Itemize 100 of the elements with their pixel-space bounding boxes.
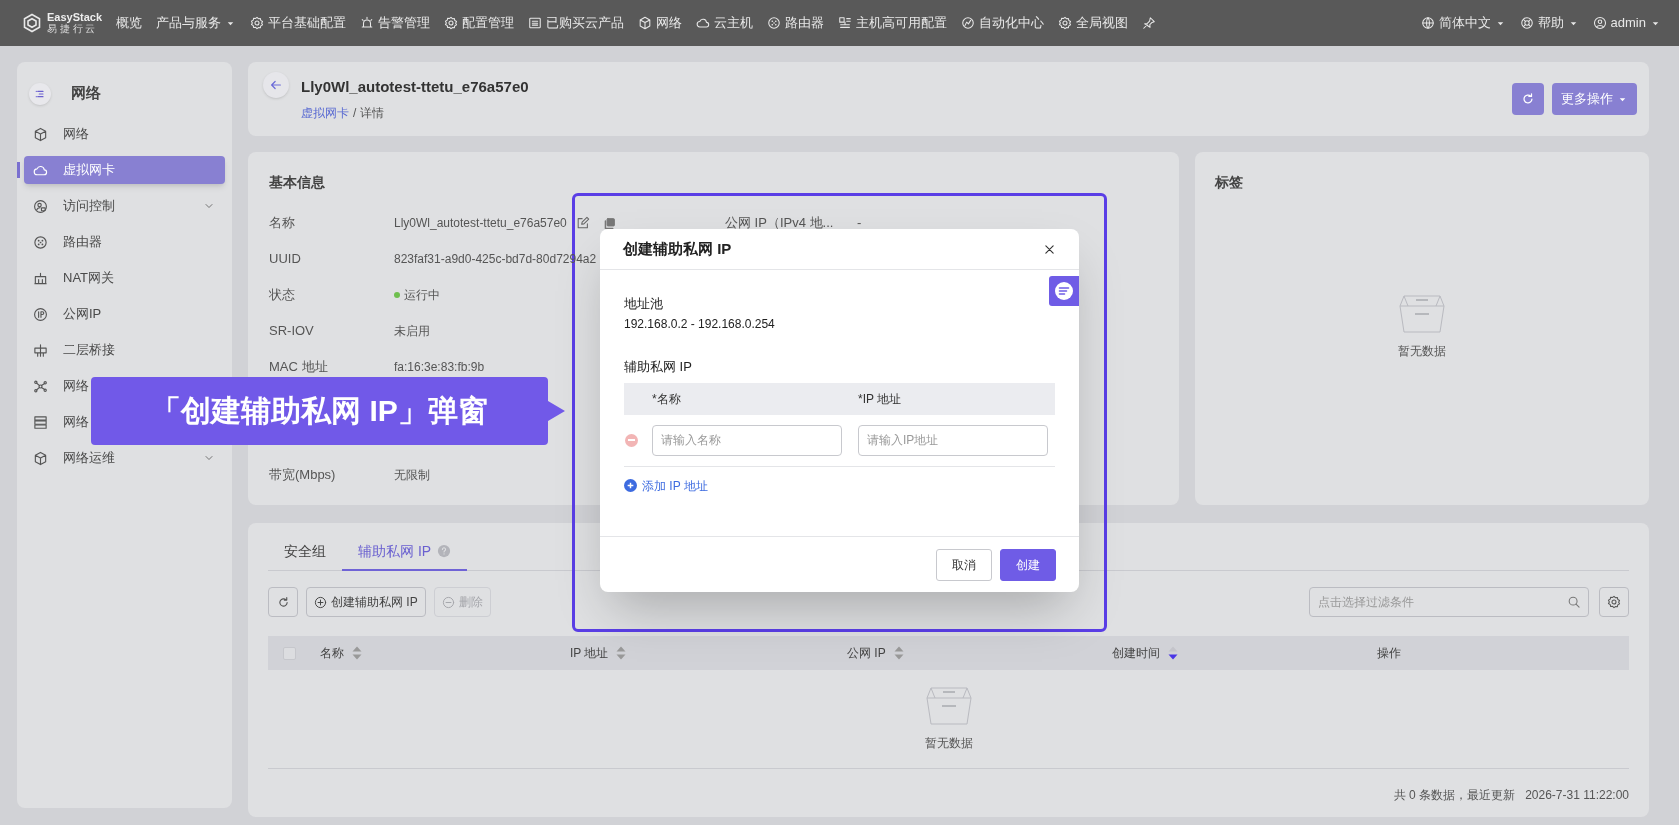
sidebar-title: 网络 bbox=[71, 83, 101, 104]
column-header: IP 地址 bbox=[570, 645, 609, 662]
sidebar-item[interactable]: 虚拟网卡 bbox=[24, 156, 225, 184]
nav-item[interactable]: 已购买云产品 bbox=[528, 13, 625, 33]
field-label: 地址池 bbox=[624, 295, 664, 312]
sidebar-item[interactable]: 公网IP bbox=[24, 306, 102, 322]
nav-item[interactable]: 主机高可用配置 bbox=[838, 13, 948, 33]
pin-button[interactable] bbox=[1142, 16, 1157, 30]
settings-button[interactable] bbox=[1599, 587, 1629, 617]
gateway-icon bbox=[33, 270, 48, 286]
nav-item[interactable]: 自动化中心 bbox=[961, 13, 1045, 33]
ip-input[interactable]: 请输入IP地址 bbox=[858, 424, 1048, 456]
column-header: 公网 IP bbox=[847, 645, 886, 662]
lifebuoy-icon bbox=[1519, 16, 1534, 30]
nav-item[interactable]: 全局视图 bbox=[1058, 13, 1129, 33]
gear-icon bbox=[444, 16, 459, 30]
nav-item[interactable]: 网络 bbox=[638, 13, 683, 33]
nav-item[interactable]: 概览 bbox=[116, 13, 143, 33]
field-label: 辅助私网 IP bbox=[624, 358, 693, 376]
refresh-button[interactable] bbox=[268, 587, 298, 617]
remove-row-button[interactable] bbox=[625, 433, 638, 447]
note-tab-button[interactable] bbox=[1049, 276, 1079, 306]
nav-item[interactable]: 配置管理 bbox=[444, 13, 515, 33]
refresh-button[interactable] bbox=[1512, 83, 1544, 115]
create-button[interactable]: 创建 bbox=[1000, 548, 1056, 581]
nav-item[interactable]: 路由器 bbox=[767, 13, 825, 33]
name-input[interactable]: 请输入名称 bbox=[652, 424, 842, 456]
field-label: 状态 bbox=[269, 286, 296, 305]
sidebar-item[interactable]: 网络 bbox=[24, 126, 89, 142]
user-icon bbox=[1592, 16, 1607, 30]
more-actions-button[interactable]: 更多操作 bbox=[1552, 83, 1637, 115]
modal-title: 创建辅助私网 IP bbox=[623, 238, 732, 259]
breadcrumb-link[interactable]: 虚拟网卡 bbox=[301, 104, 349, 123]
server-icon bbox=[838, 16, 853, 30]
pin-icon bbox=[1142, 16, 1157, 30]
stack-icon bbox=[33, 414, 48, 430]
cube-icon bbox=[33, 450, 48, 466]
field-value: Lly0Wl_autotest-ttetu_e76a57e0 bbox=[394, 215, 567, 232]
tab[interactable]: 辅助私网 IP bbox=[342, 533, 468, 571]
cloud-icon bbox=[696, 16, 711, 30]
create-button[interactable]: 创建辅助私网 IP bbox=[306, 587, 426, 617]
record-count: 共 0 条数据，最近更新 bbox=[1393, 787, 1516, 804]
sidebar-item[interactable]: 访问控制 bbox=[24, 198, 115, 214]
minus-icon bbox=[628, 439, 635, 441]
router-icon bbox=[767, 16, 782, 30]
sidebar-menu-button[interactable] bbox=[29, 82, 51, 105]
field-value: 未启用 bbox=[394, 323, 430, 340]
nav-item[interactable]: admin bbox=[1592, 13, 1661, 33]
sidebar-item[interactable]: 二层桥接 bbox=[24, 342, 115, 358]
cancel-button[interactable]: 取消 bbox=[936, 548, 992, 581]
close-button[interactable] bbox=[1043, 242, 1056, 256]
empty-text: 暂无数据 bbox=[1398, 343, 1446, 360]
field-label: 名称 bbox=[269, 214, 296, 233]
field-value: 192.168.0.2 - 192.168.0.254 bbox=[624, 316, 776, 333]
logo-text: EasyStack bbox=[47, 12, 103, 23]
field-label: 公网 IP（IPv4 地... bbox=[725, 214, 835, 233]
close-icon bbox=[1043, 242, 1056, 256]
sidebar-item[interactable]: 路由器 bbox=[24, 234, 102, 250]
page-title: Lly0Wl_autotest-ttetu_e76a57e0 bbox=[301, 76, 529, 97]
lines-circle-icon bbox=[1054, 281, 1074, 301]
nav-item[interactable]: 产品与服务 bbox=[156, 13, 237, 33]
edit-icon bbox=[575, 216, 590, 230]
plus-circle-icon bbox=[624, 479, 637, 492]
nav-item[interactable]: 帮助 bbox=[1519, 13, 1579, 33]
edit-button[interactable] bbox=[575, 216, 590, 230]
alarm-icon bbox=[360, 16, 375, 30]
search-field[interactable]: 点击选择过滤条件 bbox=[1309, 587, 1589, 617]
column-header: 创建时间 bbox=[1112, 645, 1160, 662]
sort-icon[interactable] bbox=[1168, 646, 1178, 660]
sidebar-item[interactable]: 网络 bbox=[24, 414, 89, 430]
column-header: 操作 bbox=[1377, 645, 1401, 662]
nodes-icon bbox=[33, 378, 48, 394]
nav-item[interactable]: 告警管理 bbox=[360, 13, 431, 33]
breadcrumb-separator: / bbox=[353, 105, 357, 123]
breadcrumb-text: 详情 bbox=[360, 105, 385, 123]
field-value: fa:16:3e:83:fb:9b bbox=[394, 359, 485, 376]
empty-box-icon bbox=[1398, 294, 1446, 334]
column-header: *名称 bbox=[652, 390, 682, 408]
sidebar-item[interactable]: 网络 bbox=[24, 378, 89, 394]
gear-icon bbox=[1058, 16, 1073, 30]
copy-icon bbox=[602, 216, 616, 230]
refresh-icon bbox=[276, 595, 290, 609]
search-icon bbox=[1567, 595, 1581, 609]
settings-icon bbox=[1607, 595, 1621, 609]
copy-button[interactable] bbox=[602, 216, 616, 230]
nav-item[interactable]: 平台基础配置 bbox=[250, 13, 347, 33]
sidebar-item[interactable]: 网络运维 bbox=[24, 450, 115, 466]
callout-text: 「创建辅助私网 IP」弹窗 bbox=[151, 393, 488, 429]
sidebar-item[interactable]: NAT网关 bbox=[24, 270, 115, 286]
nav-item[interactable]: 云主机 bbox=[696, 13, 754, 33]
list-icon bbox=[528, 16, 543, 30]
chart-circle-icon bbox=[961, 16, 976, 30]
tab[interactable]: 安全组 bbox=[268, 533, 342, 571]
field-label: UUID bbox=[269, 250, 302, 269]
cube-icon bbox=[33, 126, 48, 142]
field-value: 运行中 bbox=[404, 287, 440, 304]
add-ip-link[interactable]: 添加 IP 地址 bbox=[624, 476, 708, 495]
nav-item[interactable]: 简体中文 bbox=[1420, 13, 1506, 33]
back-button[interactable] bbox=[263, 72, 289, 98]
column-header: 名称 bbox=[320, 645, 344, 662]
